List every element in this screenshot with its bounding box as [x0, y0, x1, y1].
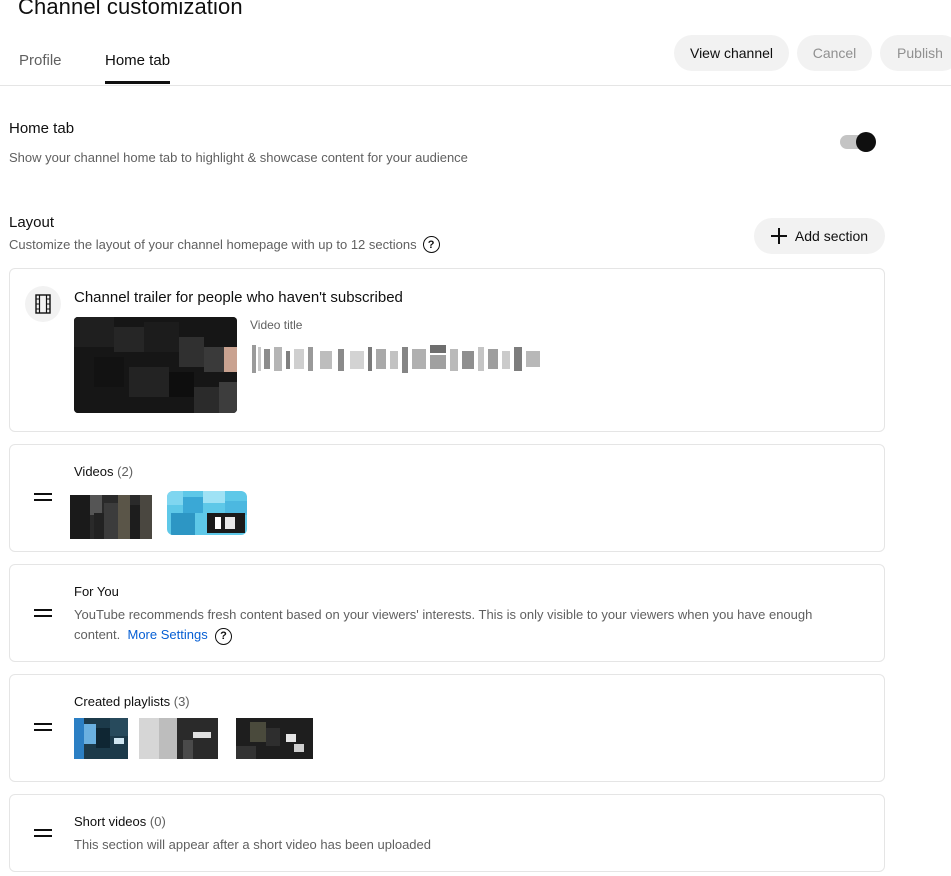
playlist-thumbnail[interactable] [236, 718, 313, 759]
trailer-thumbnail[interactable] [74, 317, 237, 413]
videos-title-text: Videos [74, 464, 114, 479]
for-you-description-block: YouTube recommends fresh content based o… [74, 605, 834, 645]
drag-handle-icon[interactable] [34, 609, 52, 617]
trailer-title: Channel trailer for people who haven't s… [74, 289, 403, 306]
home-tab-toggle[interactable] [840, 132, 878, 152]
videos-section-card: Videos (2) [9, 444, 885, 552]
add-section-button[interactable]: Add section [754, 218, 885, 254]
for-you-title: For You [74, 584, 119, 599]
plus-icon [770, 228, 787, 244]
help-icon[interactable]: ? [422, 236, 440, 253]
video-title-label: Video title [250, 318, 303, 332]
tab-home[interactable]: Home tab [105, 52, 170, 69]
video-title-redacted [250, 341, 544, 377]
for-you-section-card: For You YouTube recommends fresh content… [9, 564, 885, 662]
layout-description-row: Customize the layout of your channel hom… [9, 236, 440, 253]
shorts-description: This section will appear after a short v… [74, 837, 431, 852]
playlist-thumbnail[interactable] [139, 718, 218, 759]
more-settings-link[interactable]: More Settings [128, 627, 208, 642]
playlist-thumbnail[interactable] [74, 718, 128, 759]
page-title: Channel customization [18, 0, 243, 19]
publish-button[interactable]: Publish [880, 35, 951, 71]
drag-handle-icon[interactable] [34, 829, 52, 837]
help-icon[interactable]: ? [214, 627, 232, 645]
videos-title: Videos (2) [74, 464, 133, 479]
layout-heading: Layout [9, 214, 55, 231]
shorts-title: Short videos (0) [74, 814, 166, 829]
shorts-title-text: Short videos [74, 814, 147, 829]
created-playlists-section-card: Created playlists (3) [9, 674, 885, 782]
video-thumbnail[interactable] [70, 495, 152, 539]
home-tab-description: Show your channel home tab to highlight … [9, 150, 468, 165]
film-icon [25, 286, 61, 322]
videos-count: (2) [117, 464, 134, 479]
active-tab-indicator [105, 81, 170, 84]
video-thumbnail[interactable] [167, 491, 247, 535]
view-channel-button[interactable]: View channel [674, 35, 789, 71]
toggle-knob [856, 132, 876, 152]
add-section-label: Add section [794, 228, 869, 244]
tab-profile[interactable]: Profile [19, 52, 62, 69]
layout-description: Customize the layout of your channel hom… [9, 237, 417, 252]
playlists-title: Created playlists (3) [74, 694, 190, 709]
home-tab-heading: Home tab [9, 120, 75, 137]
short-videos-section-card: Short videos (0) This section will appea… [9, 794, 885, 872]
cancel-button[interactable]: Cancel [797, 35, 872, 71]
playlists-title-text: Created playlists [74, 694, 171, 709]
playlists-count: (3) [173, 694, 190, 709]
drag-handle-icon[interactable] [34, 723, 52, 731]
drag-handle-icon[interactable] [34, 493, 52, 501]
shorts-count: (0) [149, 814, 166, 829]
channel-trailer-card: Channel trailer for people who haven't s… [9, 268, 885, 432]
